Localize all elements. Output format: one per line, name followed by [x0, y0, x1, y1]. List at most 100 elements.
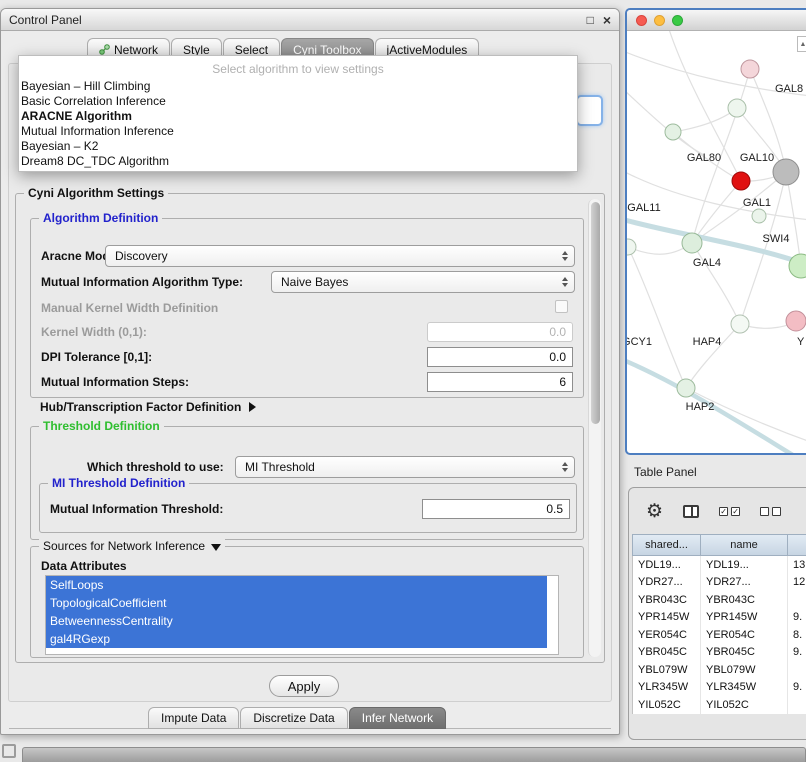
attribute-item-gal4rgexp[interactable]: gal4RGexp: [46, 630, 547, 648]
node-label-gal8: GAL8: [775, 83, 803, 95]
select-all-checkboxes-icon[interactable]: ✓✓: [719, 507, 740, 516]
table-cell: YDL19...: [633, 556, 701, 574]
zoom-traffic-light-icon[interactable]: [672, 15, 683, 26]
which-threshold-select[interactable]: MI Threshold: [235, 456, 575, 478]
unchecked-box-icon: [760, 507, 769, 516]
table-cell: 9.: [788, 644, 806, 662]
table-row[interactable]: YDR27...YDR27...12: [633, 574, 806, 592]
node-label-gcy1: GCY1: [627, 336, 652, 348]
cyni-algorithm-settings-group: Cyni Algorithm Settings Algorithm Defini…: [15, 193, 605, 663]
network-node-red[interactable]: [732, 172, 750, 190]
mi-threshold-group-title: MI Threshold Definition: [48, 476, 189, 490]
dpi-tolerance-value: 0.0: [549, 350, 566, 364]
table-row[interactable]: YDL19...YDL19...13: [633, 556, 806, 574]
table-row[interactable]: YBR045CYBR045C9.: [633, 644, 806, 662]
network-canvas[interactable]: GAL8GAL80GAL10GAL11GAL1SWI4GAL4GCY1HAP4Y…: [627, 31, 806, 453]
algorithm-option-dream8-dc-tdc-algorithm[interactable]: Dream8 DC_TDC Algorithm: [19, 154, 577, 169]
algorithm-definition-group: Algorithm Definition Aracne Mode: Discov…: [30, 218, 584, 398]
mi-steps-field[interactable]: 6: [427, 372, 573, 392]
algorithm-popup-placeholder: Select algorithm to view settings: [19, 59, 577, 79]
control-panel-titlebar: Control Panel □ ×: [1, 9, 619, 31]
node-label-gal10: GAL10: [740, 152, 774, 164]
mi-algorithm-type-select[interactable]: Naive Bayes: [271, 271, 575, 293]
table-cell: YDR27...: [701, 574, 788, 592]
mi-algorithm-type-value: Naive Bayes: [281, 275, 348, 289]
bottom-tab-discretize-data[interactable]: Discretize Data: [240, 707, 347, 729]
settings-scrollbar-thumb[interactable]: [591, 202, 600, 424]
close-traffic-light-icon[interactable]: [636, 15, 647, 26]
threshold-definition-group: Threshold Definition Which threshold to …: [30, 426, 584, 540]
algorithm-option-aracne-algorithm[interactable]: ARACNE Algorithm: [19, 109, 577, 124]
table-row[interactable]: YPR145WYPR145W9.: [633, 609, 806, 627]
network-scrollbar-button[interactable]: ▲: [797, 36, 806, 52]
algorithm-popup-list: Bayesian – Hill ClimbingBasic Correlatio…: [19, 79, 577, 169]
window-title: Control Panel: [9, 13, 82, 27]
network-node-pink-top[interactable]: [741, 60, 759, 78]
algorithm-option-mutual-information-inference[interactable]: Mutual Information Inference: [19, 124, 577, 139]
algorithm-select-fragment[interactable]: [576, 95, 603, 126]
attribute-item-selfloops[interactable]: SelfLoops: [46, 576, 547, 594]
column-header-name[interactable]: name: [701, 535, 788, 555]
dpi-tolerance-field[interactable]: 0.0: [427, 347, 573, 367]
table-cell: 12: [788, 574, 806, 592]
float-window-icon[interactable]: □: [587, 13, 594, 27]
network-view-titlebar: [627, 10, 806, 31]
table-cell: [788, 591, 806, 609]
dpi-tolerance-label: DPI Tolerance [0,1]:: [41, 350, 152, 364]
algorithm-option-basic-correlation-inference[interactable]: Basic Correlation Inference: [19, 94, 577, 109]
network-node-gal1[interactable]: [752, 209, 766, 223]
table-cell: YDL19...: [701, 556, 788, 574]
sources-group: Sources for Network Inference Data Attri…: [30, 546, 584, 658]
attribute-item-topologicalcoefficient[interactable]: TopologicalCoefficient: [46, 594, 547, 612]
network-view-window: ▲ GAL8GAL80GAL10GAL11GAL1SWI4GAL4GCY1HAP…: [625, 8, 806, 455]
table-body[interactable]: YDL19...YDL19...13YDR27...YDR27...12YBR0…: [632, 556, 806, 714]
mi-steps-value: 6: [559, 375, 566, 389]
mi-threshold-value: 0.5: [546, 502, 563, 516]
algorithm-option-bayesian-k2[interactable]: Bayesian – K2: [19, 139, 577, 154]
bottom-panel-strip[interactable]: [22, 747, 806, 762]
table-row[interactable]: YER054CYER054C8.: [633, 626, 806, 644]
columns-icon[interactable]: [683, 505, 699, 518]
network-node-hap2[interactable]: [677, 379, 695, 397]
table-row[interactable]: YBL079WYBL079W: [633, 661, 806, 679]
mi-threshold-field[interactable]: 0.5: [422, 499, 570, 519]
network-node-pale-1[interactable]: [728, 99, 746, 117]
network-edge: [627, 359, 806, 455]
minimized-window-icon[interactable]: [2, 744, 16, 758]
sources-group-title[interactable]: Sources for Network Inference: [39, 539, 225, 553]
table-row[interactable]: YBR043CYBR043C: [633, 591, 806, 609]
bottom-tab-infer-network[interactable]: Infer Network: [349, 707, 446, 729]
network-node-pale-2[interactable]: [665, 124, 681, 140]
minimize-traffic-light-icon[interactable]: [654, 15, 665, 26]
table-cell: YBR043C: [701, 591, 788, 609]
table-cell: YLR345W: [701, 679, 788, 697]
column-header-shared[interactable]: shared...: [633, 535, 701, 555]
close-icon[interactable]: ×: [603, 14, 611, 26]
network-node-hap4[interactable]: [731, 315, 749, 333]
column-header-2[interactable]: [788, 535, 806, 555]
network-edge: [692, 243, 740, 324]
gear-icon[interactable]: ⚙: [646, 502, 663, 521]
table-cell: 8.: [788, 626, 806, 644]
table-cell: YBL079W: [633, 661, 701, 679]
node-label-gal4: GAL4: [693, 257, 721, 269]
manual-kernel-width-checkbox[interactable]: [555, 300, 568, 313]
table-row[interactable]: YIL052CYIL052C: [633, 696, 806, 714]
network-node-gal4[interactable]: [682, 233, 702, 253]
table-panel-window: ⚙ ✓✓ shared...name YDL19...YDL19...13YDR…: [628, 487, 806, 740]
apply-button[interactable]: Apply: [269, 675, 339, 697]
table-cell: YIL052C: [701, 696, 788, 714]
attribute-item-betweennesscentrality[interactable]: BetweennessCentrality: [46, 612, 547, 630]
hub-definition-toggle[interactable]: Hub/Transcription Factor Definition: [40, 400, 256, 414]
network-node-left-edge[interactable]: [627, 239, 636, 255]
network-node-pink-right[interactable]: [786, 311, 806, 331]
network-edge: [692, 181, 741, 243]
bottom-tab-impute-data[interactable]: Impute Data: [148, 707, 239, 729]
algorithm-option-bayesian-hill-climbing[interactable]: Bayesian – Hill Climbing: [19, 79, 577, 94]
network-node-gal10[interactable]: [773, 159, 799, 185]
aracne-mode-select[interactable]: Discovery: [105, 245, 575, 267]
settings-scrollbar[interactable]: [588, 199, 601, 657]
deselect-all-checkboxes-icon[interactable]: [760, 507, 781, 516]
data-attributes-list[interactable]: SelfLoopsTopologicalCoefficientBetweenne…: [45, 575, 559, 655]
table-row[interactable]: YLR345WYLR345W9.: [633, 679, 806, 697]
